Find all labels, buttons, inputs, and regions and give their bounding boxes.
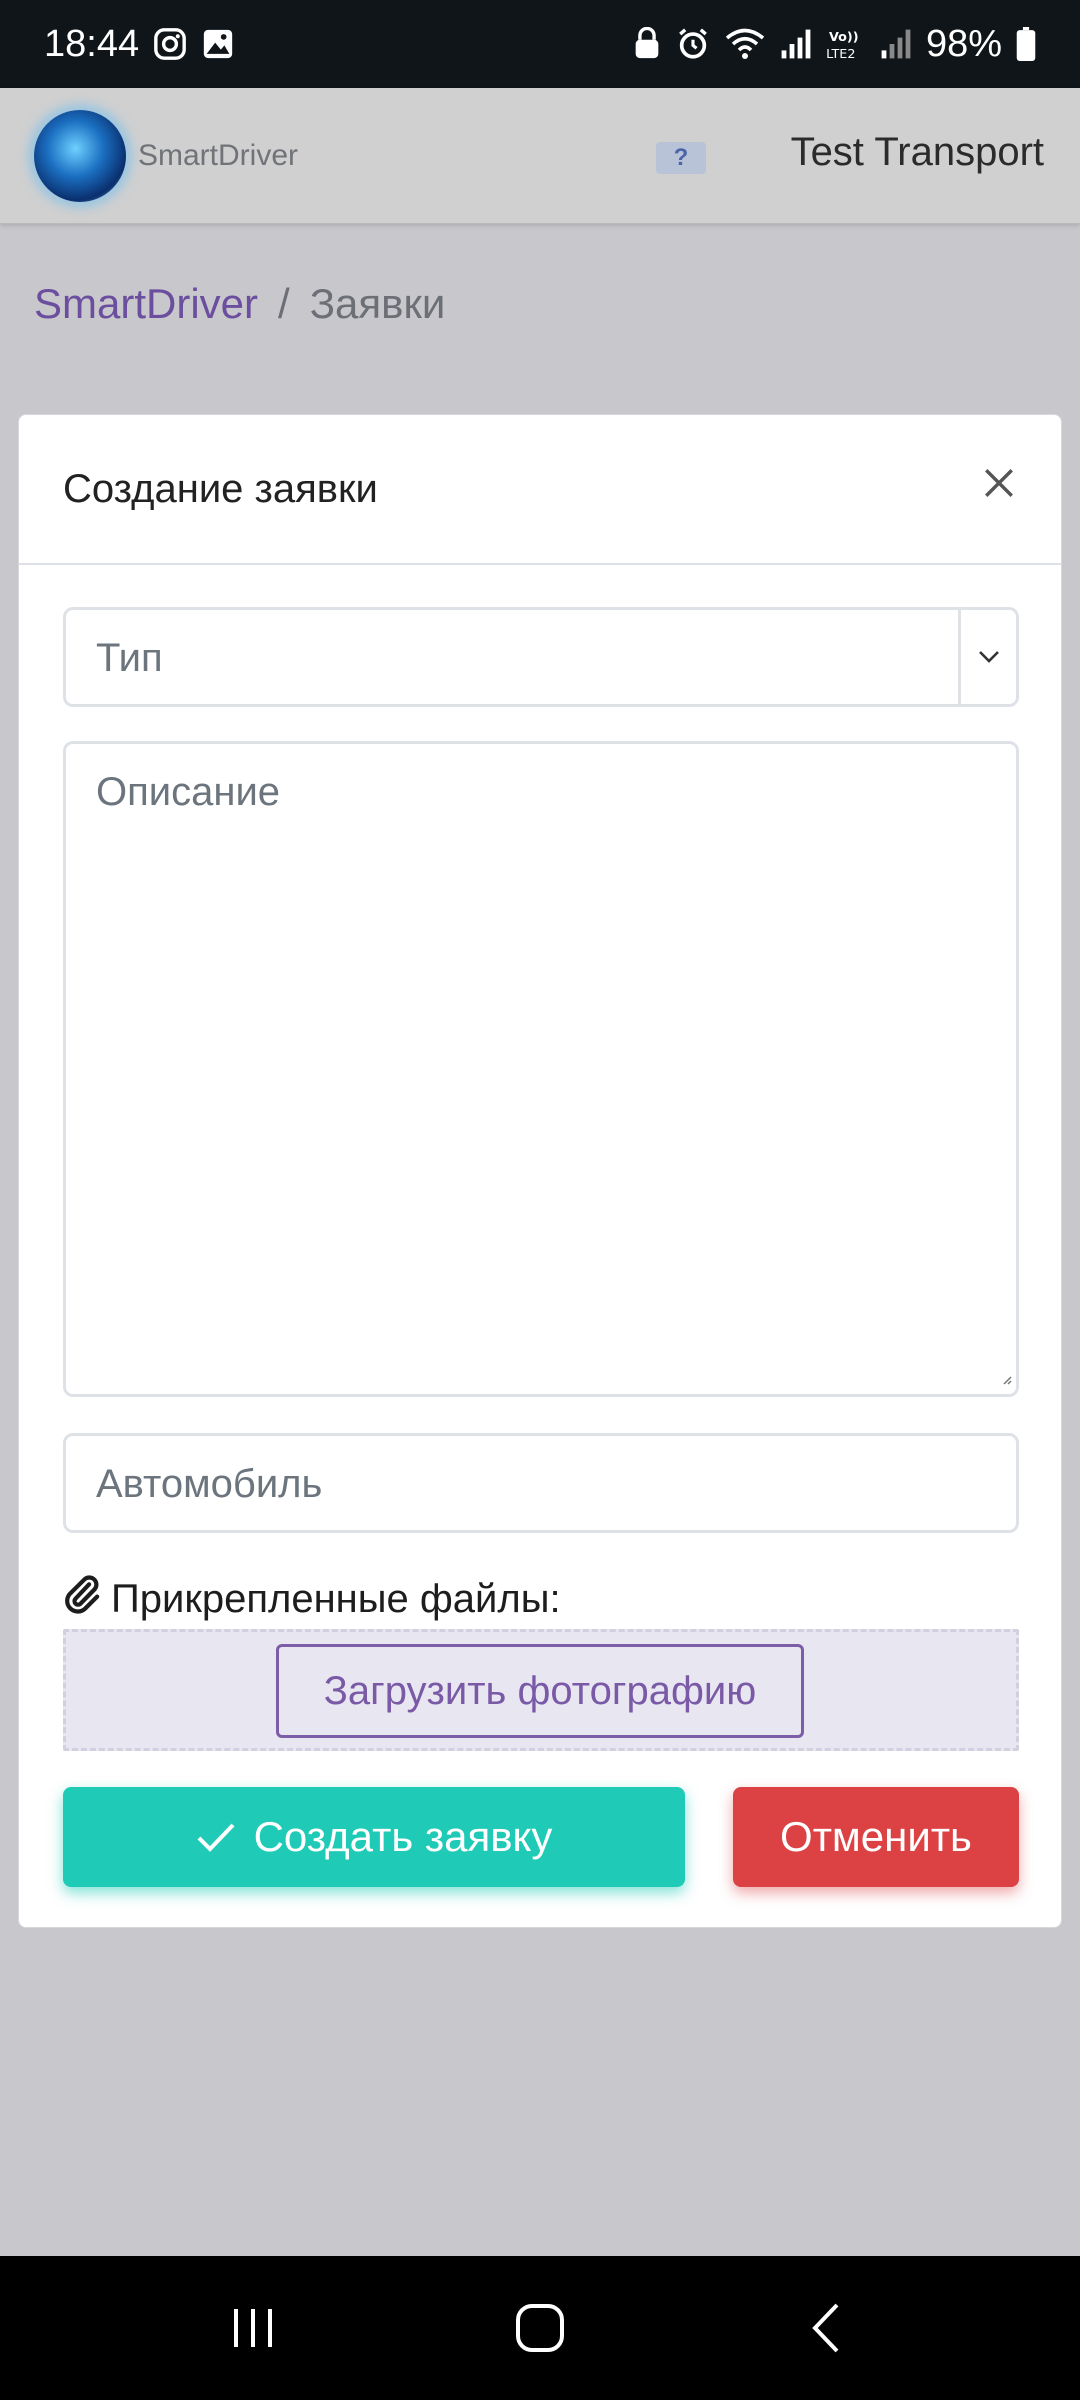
breadcrumb-separator: / (278, 280, 290, 327)
signal-icon (780, 28, 812, 60)
paperclip-icon (61, 1573, 101, 1625)
lock-icon (632, 27, 662, 61)
help-button[interactable]: ? (656, 142, 706, 174)
status-time: 18:44 (44, 22, 140, 65)
system-nav-bar (0, 2256, 1080, 2400)
resize-grip-icon[interactable] (1000, 1372, 1012, 1390)
wifi-icon (724, 27, 766, 61)
breadcrumb: SmartDriver / Заявки (34, 280, 445, 328)
smartdriver-logo[interactable] (34, 109, 126, 202)
signal-weak-icon (880, 28, 912, 60)
instagram-icon (153, 27, 187, 61)
file-dropzone[interactable]: Загрузить фотографию (63, 1629, 1019, 1751)
create-request-modal: Создание заявки Тип Описание Автомобиль … (18, 414, 1062, 1928)
home-icon (515, 2304, 564, 2352)
home-button[interactable] (480, 2278, 600, 2378)
svg-text:LTE2: LTE2 (826, 47, 855, 61)
chevron-down-icon (958, 610, 1016, 704)
recent-apps-icon (234, 2309, 273, 2347)
company-name[interactable]: Test Transport (791, 130, 1044, 175)
attachments-label-text: Прикрепленные файлы: (111, 1576, 561, 1621)
close-icon (985, 469, 1013, 497)
recent-apps-button[interactable] (193, 2278, 313, 2378)
vehicle-input[interactable]: Автомобиль (63, 1433, 1019, 1533)
status-bar: 18:44 Vo)) LTE2 98% (0, 0, 1080, 88)
description-placeholder: Описание (96, 770, 281, 814)
gallery-icon (201, 27, 235, 61)
upload-photo-button[interactable]: Загрузить фотографию (276, 1644, 804, 1738)
vehicle-placeholder: Автомобиль (96, 1462, 323, 1506)
description-textarea[interactable]: Описание (63, 741, 1019, 1397)
svg-text:Vo)): Vo)) (829, 30, 859, 45)
create-request-button[interactable]: Создать заявку (63, 1787, 685, 1887)
type-select[interactable]: Тип (63, 607, 1019, 707)
volte-icon: Vo)) LTE2 (826, 27, 866, 61)
attachments-label: Прикрепленные файлы: (61, 1573, 561, 1625)
cancel-button[interactable]: Отменить (733, 1787, 1019, 1887)
modal-title: Создание заявки (63, 466, 378, 511)
breadcrumb-root-link[interactable]: SmartDriver (34, 280, 258, 328)
brand-name[interactable]: SmartDriver (138, 139, 298, 173)
back-icon (811, 2303, 839, 2353)
modal-header: Создание заявки (19, 415, 1061, 565)
close-button[interactable] (973, 457, 1025, 509)
battery-icon (1016, 27, 1036, 61)
type-select-placeholder: Тип (96, 636, 163, 680)
check-icon (197, 1823, 235, 1852)
battery-percent: 98% (925, 22, 1002, 65)
breadcrumb-current: Заявки (309, 280, 446, 327)
alarm-icon (676, 27, 710, 61)
back-button[interactable] (767, 2278, 887, 2378)
app-bar: SmartDriver ? Test Transport (0, 88, 1080, 224)
create-request-label: Создать заявку (253, 1813, 553, 1860)
